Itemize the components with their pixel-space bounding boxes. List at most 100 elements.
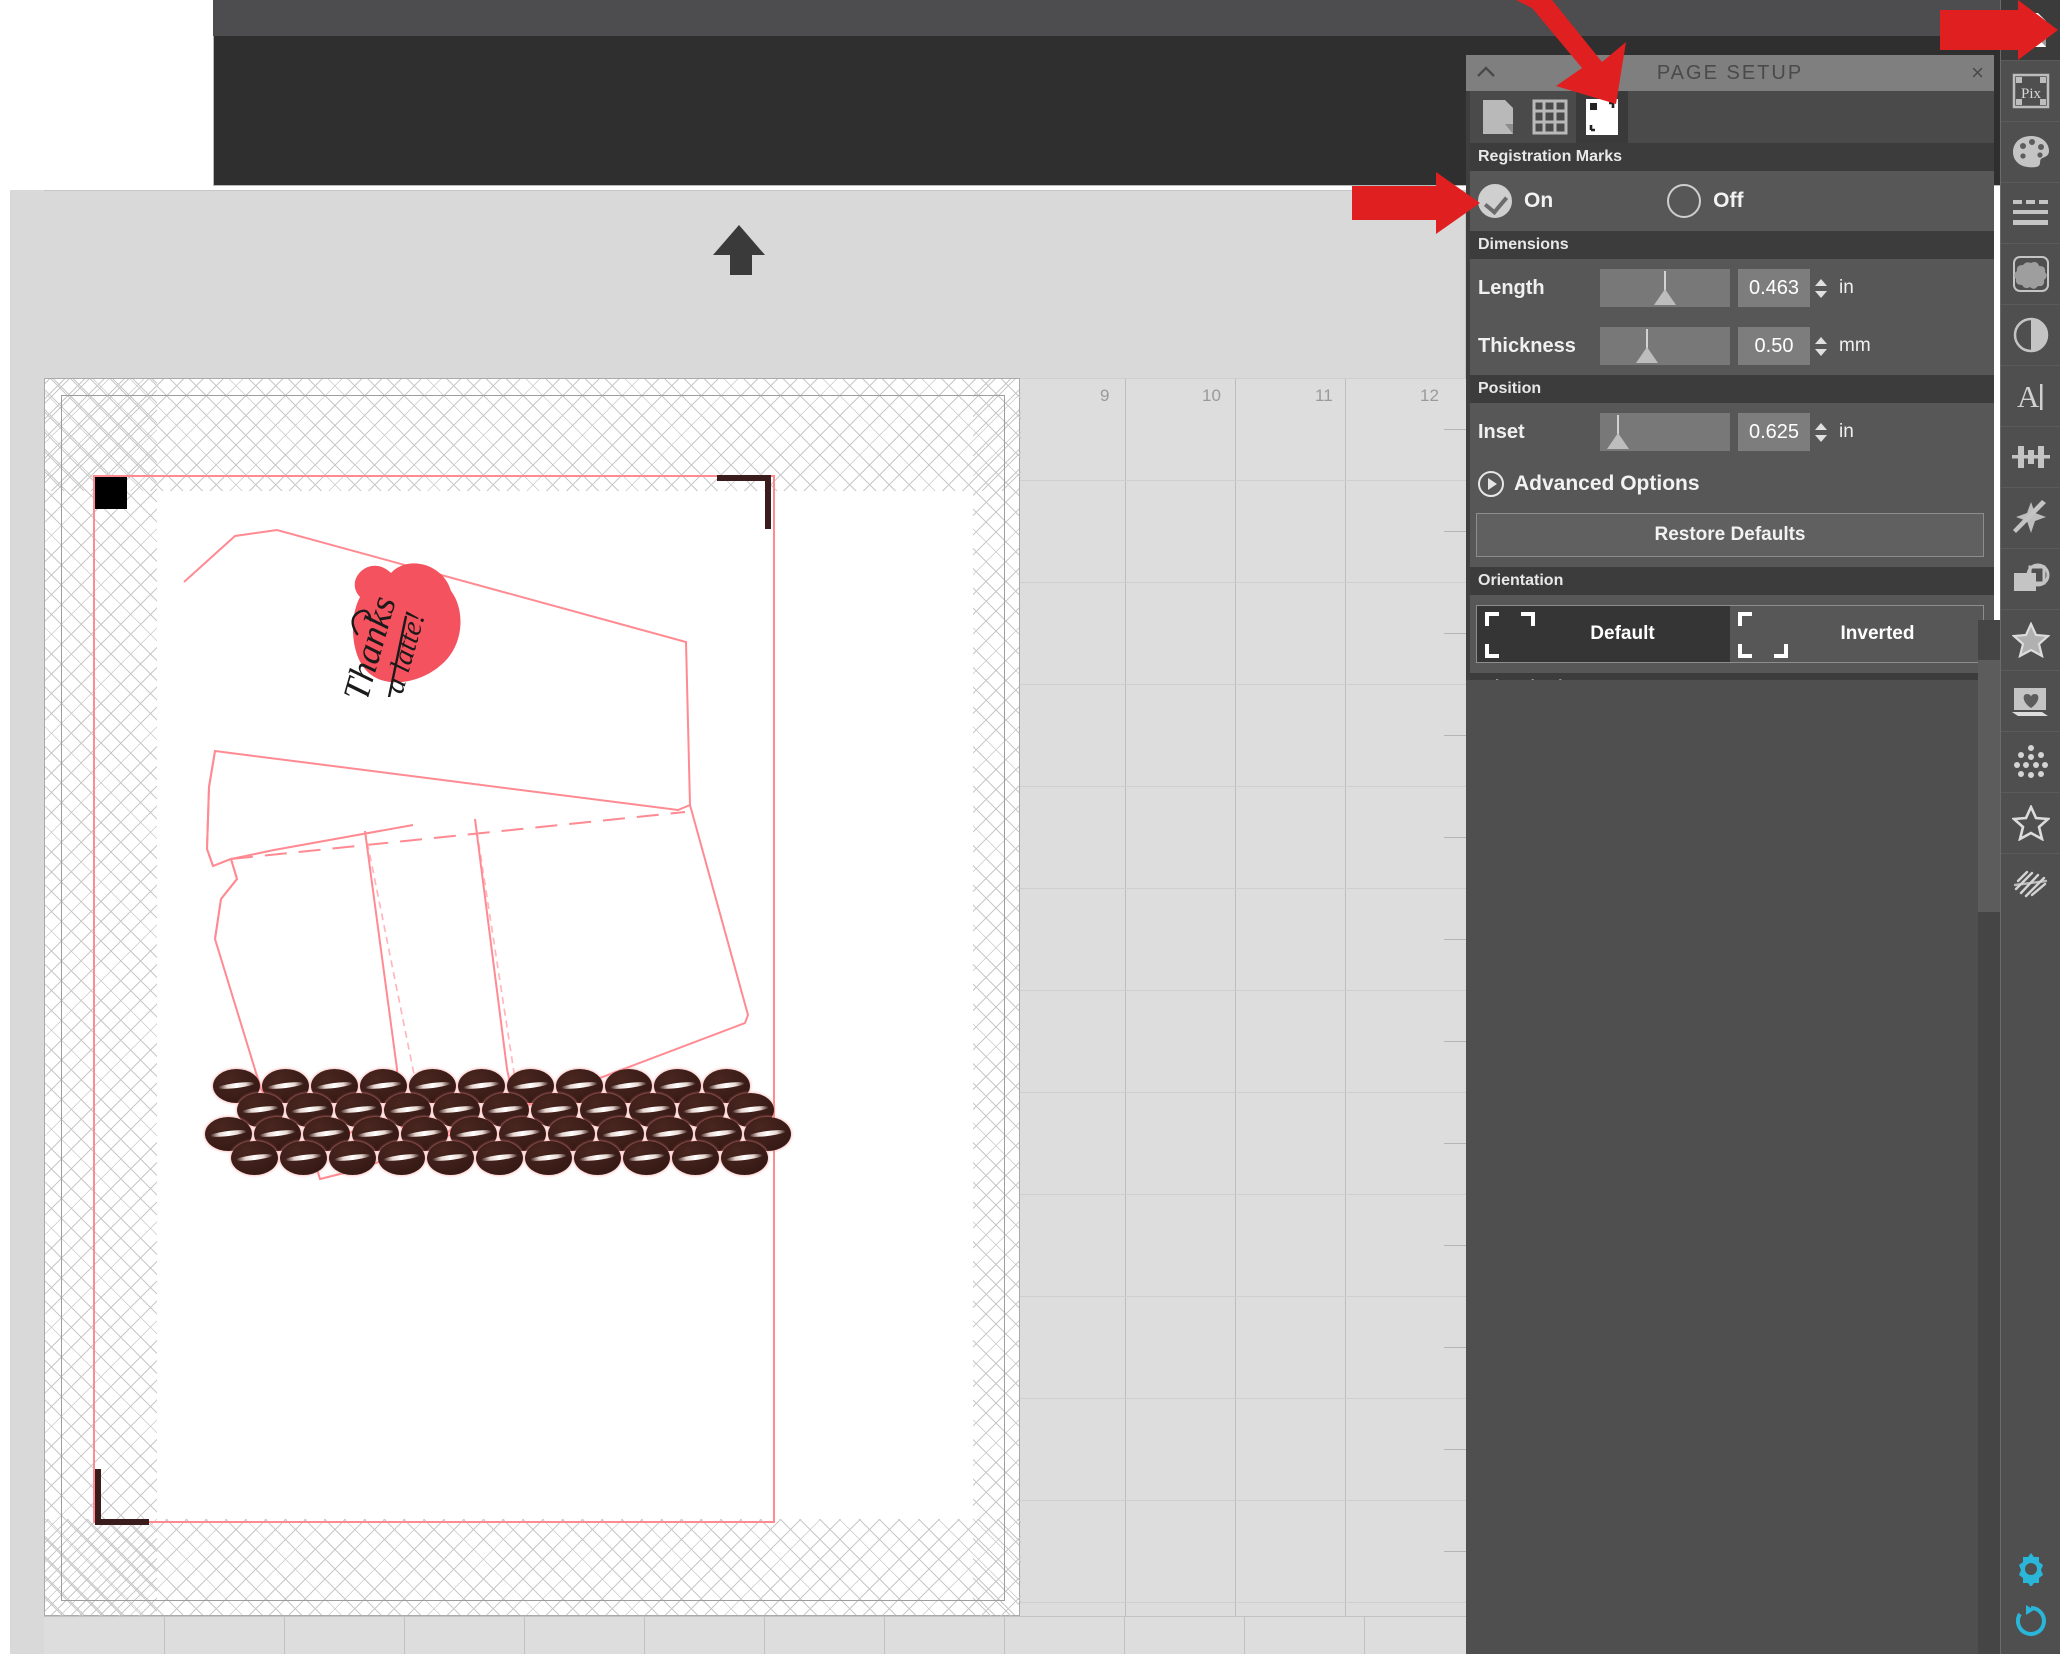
arrow-to-registration-tab (1494, 0, 1634, 110)
line-style-icon (2012, 198, 2050, 228)
radio-registration-on[interactable] (1478, 184, 1512, 218)
orientation-options[interactable]: Default Inverted (1476, 605, 1984, 663)
thickness-slider[interactable] (1600, 327, 1730, 365)
toolrail-rhinestone-button[interactable] (2001, 793, 2060, 853)
section-header-position: Position (1466, 375, 1994, 403)
toolrail-text-style-button[interactable]: A (2001, 366, 2060, 426)
bottom-ruler (44, 1616, 1466, 1654)
ruler-label-11: 11 (1315, 386, 1333, 406)
thickness-stepper[interactable] (1815, 337, 1831, 356)
inset-stepper[interactable] (1815, 423, 1831, 442)
coffee-bean (231, 1141, 278, 1175)
toolrail-sketch-hatch-button[interactable] (2001, 854, 2060, 914)
orientation-inverted-corners-icon (1738, 612, 1794, 658)
radio-registration-off[interactable] (1667, 184, 1701, 218)
orientation-default-option[interactable]: Default (1477, 606, 1730, 662)
length-slider[interactable] (1600, 269, 1730, 307)
gear-icon (2014, 1552, 2048, 1586)
stipple-icon (2012, 744, 2050, 780)
field-thickness-label: Thickness (1478, 335, 1600, 358)
field-inset[interactable]: Inset 0.625 in (1466, 403, 1994, 461)
toolrail-offset-button[interactable] (2001, 549, 2060, 609)
registration-marks-options[interactable]: On Off (1466, 171, 1994, 231)
library-heart-icon (2012, 684, 2050, 718)
coffee-bean (525, 1141, 572, 1175)
inset-slider[interactable] (1600, 413, 1730, 451)
field-thickness[interactable]: Thickness 0.50 mm (1466, 317, 1994, 375)
toolrail-stipple-button[interactable] (2001, 732, 2060, 792)
document-page[interactable]: Thanks a latte! (44, 378, 1020, 1616)
arrow-to-page-setup-toolbar-icon (1940, 0, 2060, 70)
orientation-default-corners-icon (1485, 612, 1541, 658)
color-palette-icon (2012, 134, 2050, 170)
advanced-options-toggle[interactable]: Advanced Options (1466, 461, 1994, 507)
toolrail-color-palette-button[interactable] (2001, 122, 2060, 182)
toolrail-fill-contrast-button[interactable] (2001, 305, 2060, 365)
toolrail-trace-button[interactable] (2001, 244, 2060, 304)
length-unit: in (1839, 277, 1854, 299)
toolrail-sketch-star-button[interactable] (2001, 610, 2060, 670)
coffee-bean-pattern[interactable] (205, 1069, 750, 1184)
restore-defaults-button[interactable]: Restore Defaults (1476, 513, 1984, 557)
field-inset-label: Inset (1478, 421, 1600, 444)
svg-text:Pix: Pix (2021, 86, 2042, 102)
thickness-value[interactable]: 0.50 (1738, 327, 1810, 365)
orientation-default-label: Default (1590, 623, 1654, 645)
radio-registration-off-label: Off (1713, 189, 1743, 213)
canvas-ruler-grid: 9 10 11 12 (1020, 378, 1466, 1654)
inset-unit: in (1839, 421, 1854, 443)
toolrail-line-style-button[interactable] (2001, 183, 2060, 243)
toolrail-settings-button[interactable] (2001, 1546, 2060, 1592)
ruler-label-9: 9 (1100, 386, 1109, 406)
section-header-orientation: Orientation (1466, 567, 1994, 595)
toolrail-pixscan-button[interactable]: Pix (2001, 61, 2060, 121)
thickness-unit: mm (1839, 335, 1871, 357)
length-value[interactable]: 0.463 (1738, 269, 1810, 307)
advanced-options-label: Advanced Options (1514, 472, 1700, 496)
orientation-inverted-label: Inverted (1841, 623, 1915, 645)
sync-icon (2014, 1604, 2048, 1638)
section-header-dimensions: Dimensions (1466, 231, 1994, 259)
canvas-vertical-scrollbar-thumb[interactable] (1978, 660, 2000, 912)
offset-icon (2012, 563, 2050, 595)
align-icon (2012, 442, 2050, 472)
coffee-bean (721, 1141, 768, 1175)
toolrail-align-button[interactable] (2001, 427, 2060, 487)
trace-icon (2012, 255, 2050, 293)
sketch-star-icon (2012, 622, 2050, 658)
orientation-inverted-option[interactable]: Inverted (1730, 606, 1983, 662)
pixscan-icon: Pix (2012, 73, 2050, 109)
coffee-bean (280, 1141, 327, 1175)
coffee-bean (378, 1141, 425, 1175)
radio-registration-on-label: On (1524, 189, 1553, 213)
ruler-label-10: 10 (1202, 386, 1221, 406)
registration-mark-square-topleft (95, 477, 127, 509)
triangle-right-icon (1478, 471, 1504, 497)
page-setup-panel[interactable]: PAGE SETUP × (1466, 55, 1994, 1654)
modify-icon (2012, 499, 2050, 537)
length-stepper[interactable] (1815, 279, 1831, 298)
rhinestone-star-icon (2012, 805, 2050, 841)
inset-value[interactable]: 0.625 (1738, 413, 1810, 451)
sketch-hatch-icon (2012, 867, 2050, 901)
mat-left-gutter (10, 190, 44, 1654)
field-length-label: Length (1478, 277, 1600, 300)
panel-empty-area (1466, 680, 1994, 1654)
coffee-bean (623, 1141, 670, 1175)
app-titlebar (213, 0, 2060, 36)
toolrail-sync-button[interactable] (2001, 1598, 2060, 1644)
toolrail-modify-button[interactable] (2001, 488, 2060, 548)
page-setup-panel-title: PAGE SETUP (1657, 62, 1803, 85)
mat-direction-arrow-stem-icon (730, 253, 752, 275)
svg-text:A: A (2017, 379, 2040, 414)
text-style-icon: A (2013, 378, 2049, 414)
mat-direction-arrow-icon (713, 225, 765, 255)
ruler-label-12: 12 (1420, 386, 1439, 406)
section-header-registration-marks: Registration Marks (1466, 143, 1994, 171)
field-length[interactable]: Length 0.463 in (1466, 259, 1994, 317)
right-tool-rail[interactable]: Pix (2000, 0, 2060, 1654)
thanks-a-latte-sticker[interactable]: Thanks a latte! (325, 557, 485, 697)
toolrail-library-button[interactable] (2001, 671, 2060, 731)
coffee-bean (329, 1141, 376, 1175)
coffee-bean (476, 1141, 523, 1175)
